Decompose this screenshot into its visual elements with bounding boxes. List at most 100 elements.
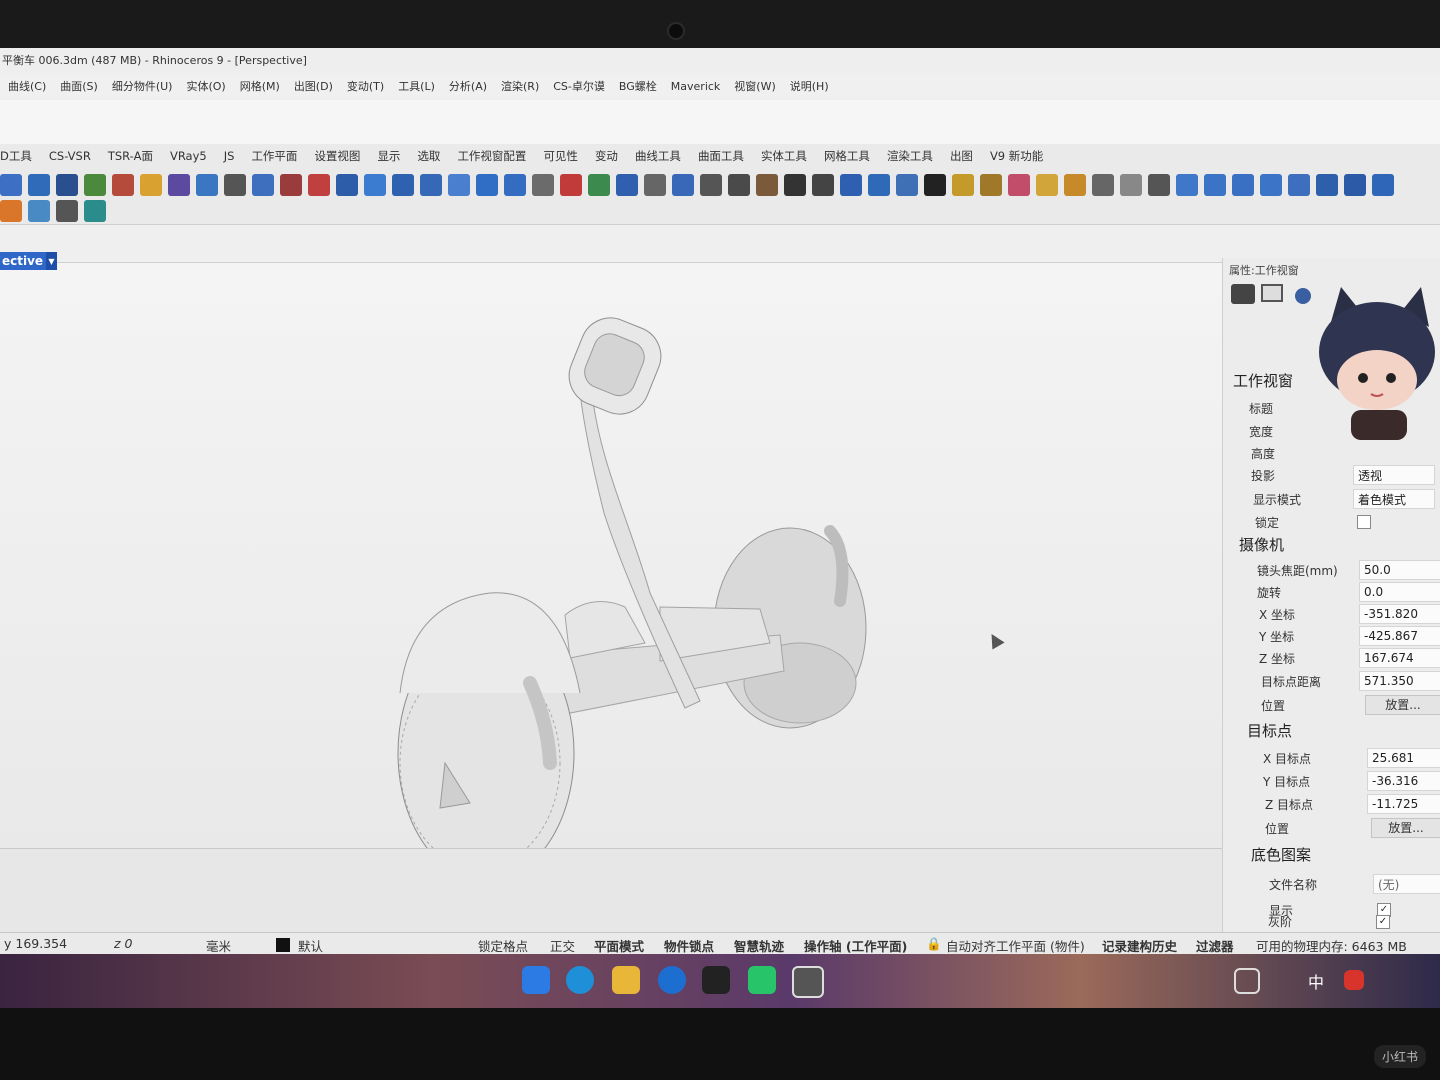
start-icon[interactable] <box>522 966 550 994</box>
tool-e-icon[interactable] <box>112 174 134 196</box>
tool-am-icon[interactable] <box>1064 174 1086 196</box>
tool-ag-icon[interactable] <box>896 174 918 196</box>
viewport-tab-perspective[interactable]: ective ▼ <box>0 252 57 270</box>
menu-item[interactable]: 细分物件(U) <box>112 78 173 94</box>
toolbar-tab[interactable]: 可见性 <box>543 148 578 164</box>
menu-item[interactable]: 曲面(S) <box>60 78 98 94</box>
tool-a-icon[interactable] <box>0 174 22 196</box>
browser-icon[interactable] <box>658 966 686 994</box>
tool-p-icon[interactable] <box>420 174 442 196</box>
tool-v-icon[interactable] <box>588 174 610 196</box>
target-z-field[interactable]: -11.725 <box>1367 794 1440 814</box>
toolbar-tab[interactable]: 变动 <box>595 148 618 164</box>
tool-ae-icon[interactable] <box>840 174 862 196</box>
toolbar-tab[interactable]: 网格工具 <box>824 148 870 164</box>
tool-ai-icon[interactable] <box>952 174 974 196</box>
tool-au-icon[interactable] <box>1288 174 1310 196</box>
toggle-autocplane[interactable]: 自动对齐工作平面 (物件) <box>946 936 1085 955</box>
viewport-icon[interactable] <box>1261 284 1283 302</box>
toolbar-tab[interactable]: 渲染工具 <box>887 148 933 164</box>
toggle-smarttrack[interactable]: 智慧轨迹 <box>734 936 784 955</box>
menu-item[interactable]: BG螺栓 <box>619 78 657 94</box>
menu-item[interactable]: 实体(O) <box>186 78 225 94</box>
store-icon[interactable] <box>748 966 776 994</box>
tool-l-icon[interactable] <box>308 174 330 196</box>
tool-d-icon[interactable] <box>84 174 106 196</box>
toggle-ortho[interactable]: 正交 <box>550 936 575 955</box>
target-place-button[interactable]: 放置... <box>1371 818 1440 838</box>
cam-y-field[interactable]: -425.867 <box>1359 626 1440 646</box>
toolbar-tab[interactable]: 出图 <box>950 148 973 164</box>
tool-ah-icon[interactable] <box>924 174 946 196</box>
perspective-viewport[interactable] <box>0 262 1222 882</box>
toggle-osnap[interactable]: 物件锁点 <box>664 936 714 955</box>
filename-field[interactable]: (无) <box>1373 874 1440 894</box>
toolbar-tab[interactable]: TSR-A面 <box>108 148 153 164</box>
tool-r2b-icon[interactable] <box>28 200 50 222</box>
toolbar-tab[interactable]: 选取 <box>417 148 440 164</box>
texture-icon[interactable] <box>1295 288 1311 304</box>
input-method-icon[interactable] <box>1344 970 1364 990</box>
tool-g-icon[interactable] <box>168 174 190 196</box>
toolbar-tab[interactable]: 设置视图 <box>314 148 360 164</box>
tool-ak-icon[interactable] <box>1008 174 1030 196</box>
toolbar-tab[interactable]: 工作平面 <box>251 148 297 164</box>
tool-as-icon[interactable] <box>1232 174 1254 196</box>
bg-gray-checkbox[interactable]: ✓ <box>1376 915 1390 929</box>
menu-item[interactable]: CS-卓尔谟 <box>553 78 605 94</box>
folder-icon[interactable] <box>612 966 640 994</box>
tool-ad-icon[interactable] <box>812 174 834 196</box>
toggle-history[interactable]: 记录建构历史 <box>1102 936 1177 955</box>
toolbar-tab[interactable]: CS-VSR <box>49 149 91 163</box>
target-distance-field[interactable]: 571.350 <box>1359 671 1440 691</box>
tool-r2a-icon[interactable] <box>0 200 22 222</box>
tool-r2d-icon[interactable] <box>84 200 106 222</box>
tool-j-icon[interactable] <box>252 174 274 196</box>
toolbar-tab[interactable]: 工作视窗配置 <box>457 148 526 164</box>
tool-ax-icon[interactable] <box>1372 174 1394 196</box>
tool-aj-icon[interactable] <box>980 174 1002 196</box>
tool-i-icon[interactable] <box>224 174 246 196</box>
menu-item[interactable]: 曲线(C) <box>8 78 46 94</box>
tool-an-icon[interactable] <box>1092 174 1114 196</box>
lock-checkbox[interactable] <box>1357 515 1371 529</box>
rotation-field[interactable]: 0.0 <box>1359 582 1440 602</box>
toggle-gumball[interactable]: 操作轴 (工作平面) <box>804 936 907 955</box>
menu-item[interactable]: 分析(A) <box>449 78 487 94</box>
toolbar-tab[interactable]: 曲线工具 <box>635 148 681 164</box>
tool-w-icon[interactable] <box>616 174 638 196</box>
menu-item[interactable]: Maverick <box>671 80 721 93</box>
menu-item[interactable]: 视窗(W) <box>734 78 775 94</box>
tool-f-icon[interactable] <box>140 174 162 196</box>
ime-indicator[interactable]: 中 <box>1308 969 1324 993</box>
toolbar-tab[interactable]: VRay5 <box>170 149 207 163</box>
menu-item[interactable]: 说明(H) <box>790 78 829 94</box>
projection-select[interactable]: 透视 <box>1353 465 1435 485</box>
tool-o-icon[interactable] <box>392 174 414 196</box>
tool-s-icon[interactable] <box>504 174 526 196</box>
menu-item[interactable]: 出图(D) <box>294 78 333 94</box>
cam-x-field[interactable]: -351.820 <box>1359 604 1440 624</box>
menu-item[interactable]: 变动(T) <box>347 78 384 94</box>
tool-af-icon[interactable] <box>868 174 890 196</box>
tool-at-icon[interactable] <box>1260 174 1282 196</box>
tool-k-icon[interactable] <box>280 174 302 196</box>
toolbar-tab[interactable]: 显示 <box>377 148 400 164</box>
tool-c-icon[interactable] <box>56 174 78 196</box>
menu-item[interactable]: 网格(M) <box>240 78 280 94</box>
rhino-icon[interactable] <box>792 966 824 998</box>
toggle-planar[interactable]: 平面模式 <box>594 936 644 955</box>
tool-h-icon[interactable] <box>196 174 218 196</box>
menu-item[interactable]: 渲染(R) <box>501 78 539 94</box>
tool-al-icon[interactable] <box>1036 174 1058 196</box>
tool-ac-icon[interactable] <box>784 174 806 196</box>
tool-q-icon[interactable] <box>448 174 470 196</box>
tool-z-icon[interactable] <box>700 174 722 196</box>
tool-av-icon[interactable] <box>1316 174 1338 196</box>
tool-ab-icon[interactable] <box>756 174 778 196</box>
toolbar-tab[interactable]: V9 新功能 <box>990 148 1043 164</box>
tool-ap-icon[interactable] <box>1148 174 1170 196</box>
tool-n-icon[interactable] <box>364 174 386 196</box>
tool-ar-icon[interactable] <box>1204 174 1226 196</box>
edge-icon[interactable] <box>566 966 594 994</box>
